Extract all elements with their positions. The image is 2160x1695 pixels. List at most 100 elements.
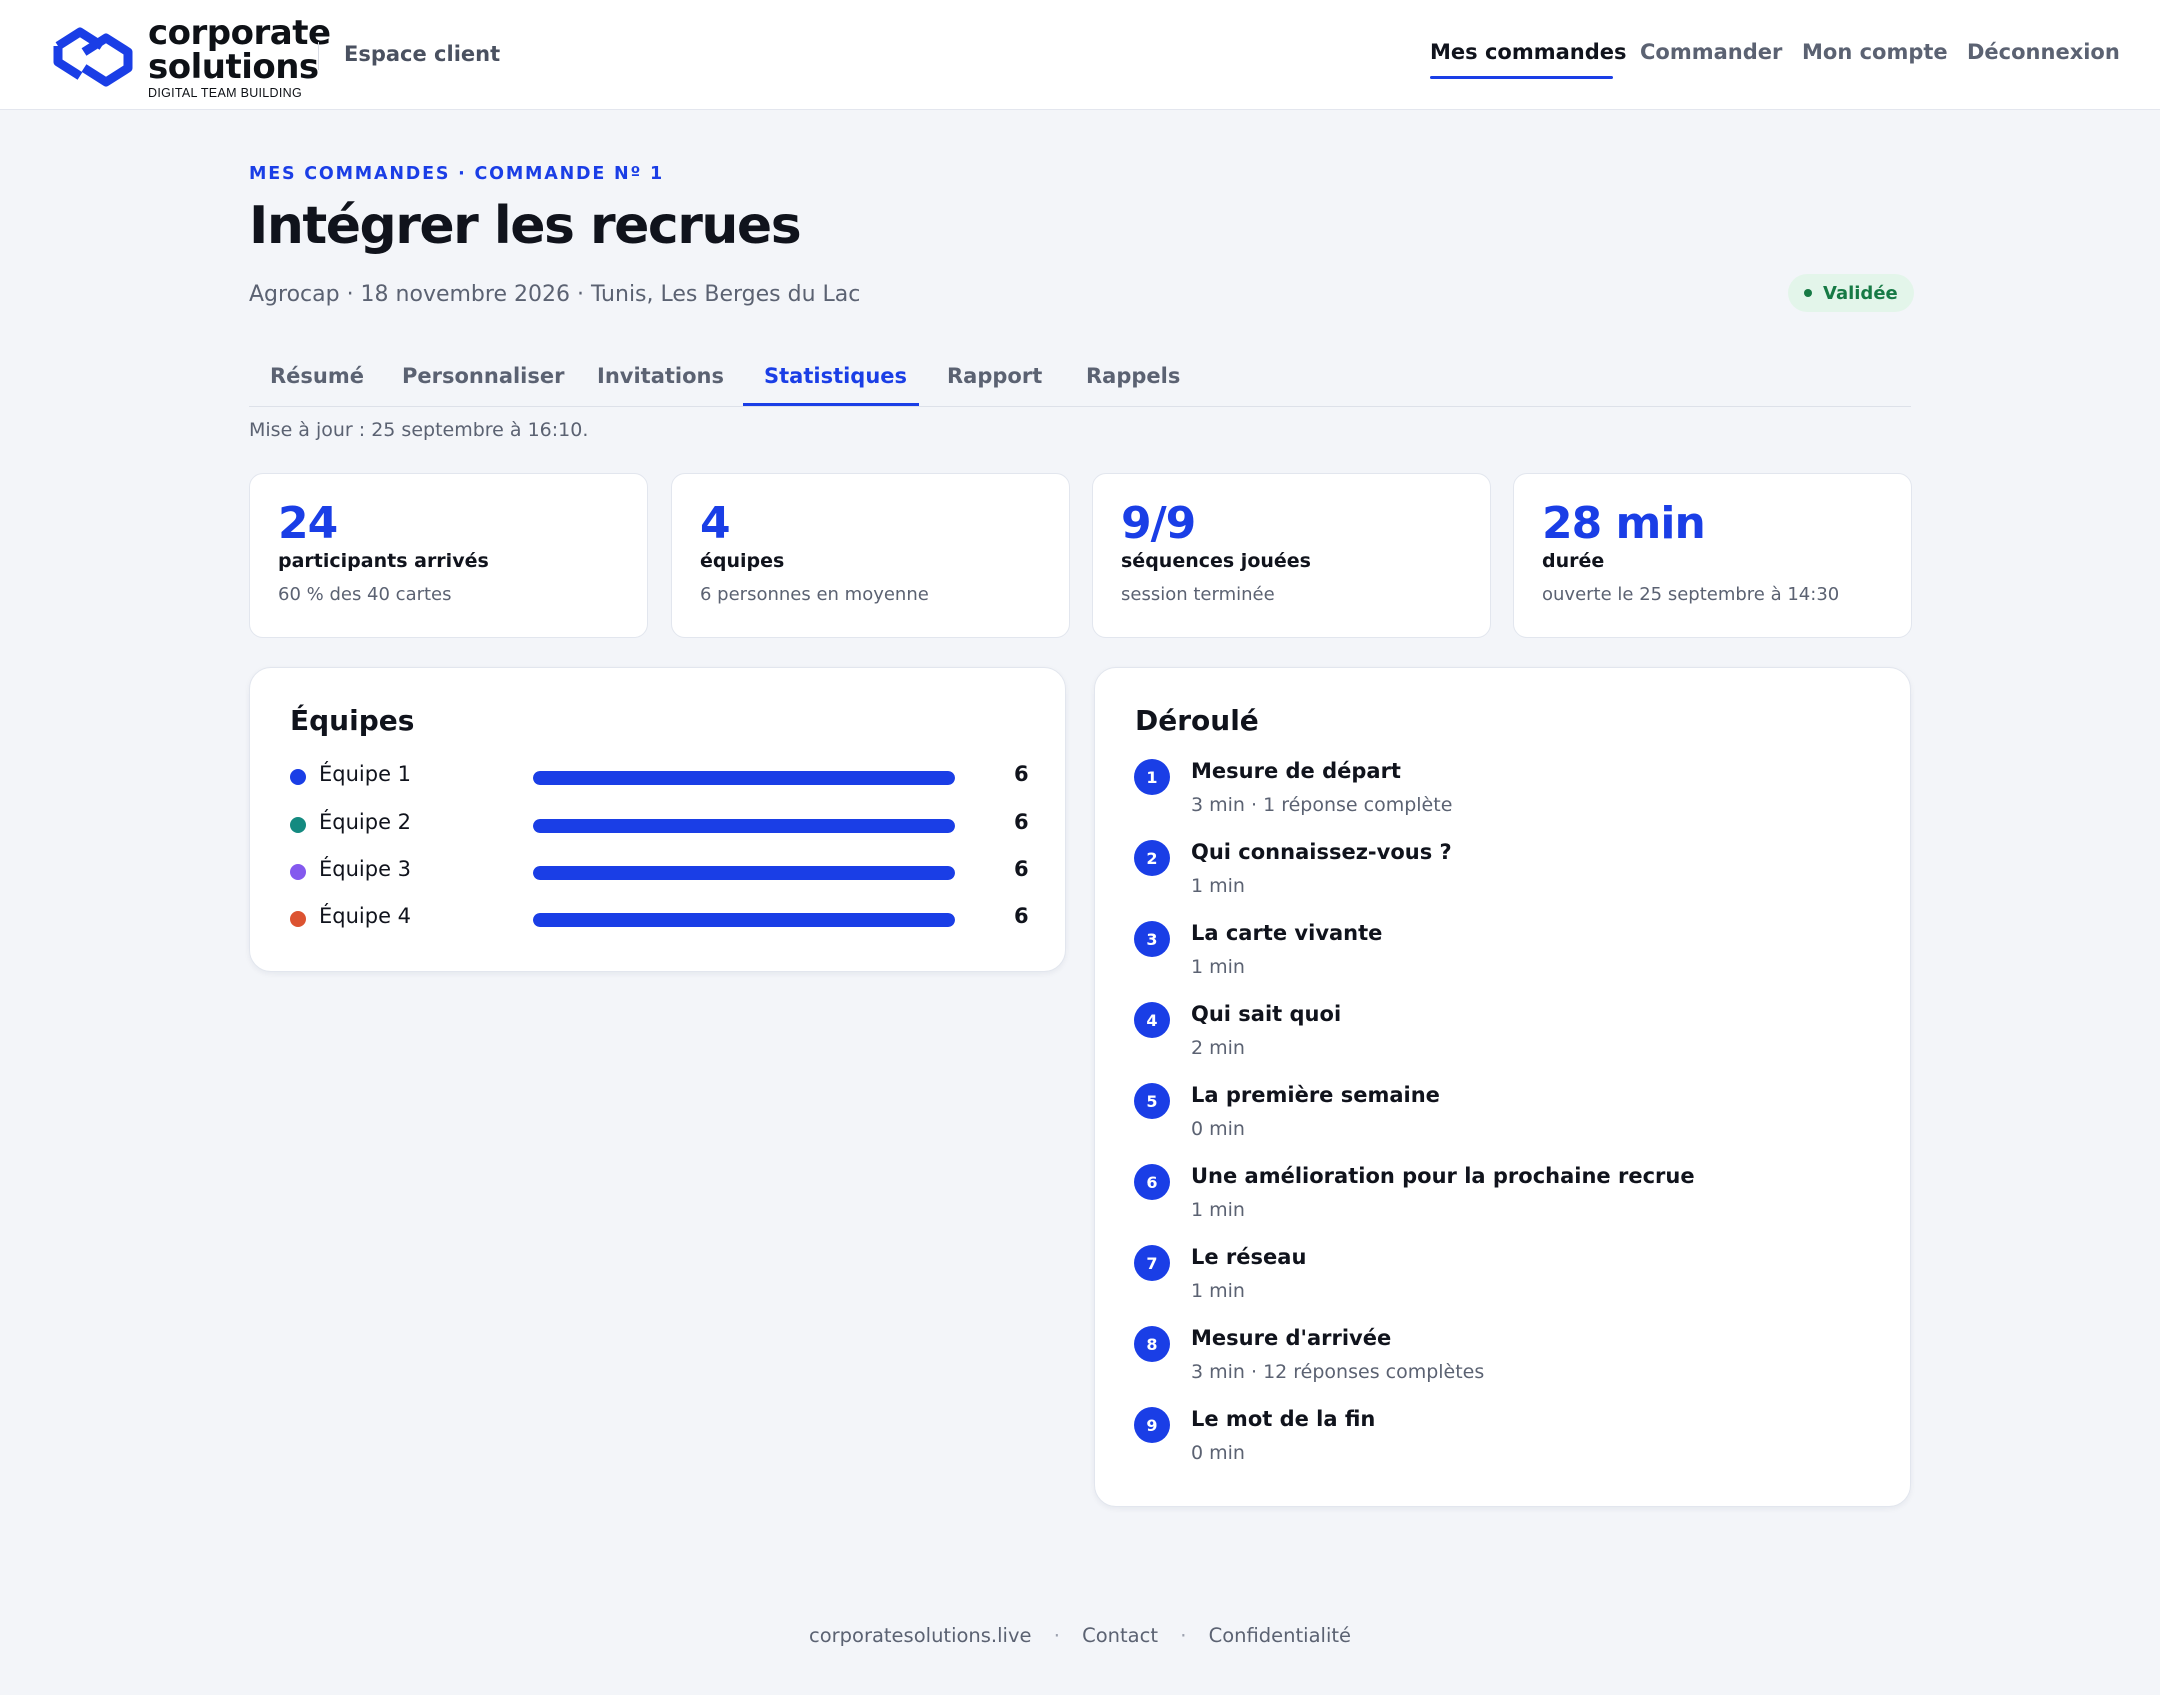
teams-title: Équipes	[290, 704, 415, 737]
deroule-panel: Déroulé 1 Mesure de départ 3 min · 1 répon…	[1094, 667, 1911, 1507]
step-meta: 3 min · 12 réponses complètes	[1191, 1361, 1485, 1383]
step-title: La carte vivante	[1191, 921, 1383, 945]
footer-link-site[interactable]: corporatesolutions.live	[809, 1624, 1032, 1647]
nav-active-indicator	[1430, 76, 1613, 79]
step-title: Mesure de départ	[1191, 759, 1401, 783]
order-subtitle: Agrocap · 18 novembre 2026 · Tunis, Les …	[249, 282, 861, 307]
step-meta: 2 min	[1191, 1037, 1245, 1059]
team-count: 6	[1014, 810, 1029, 834]
team-bar	[533, 819, 955, 833]
step-meta: 1 min	[1191, 875, 1245, 897]
step-number-badge: 8	[1134, 1326, 1170, 1362]
breadcrumb[interactable]: MES COMMANDES · COMMANDE Nº 1	[249, 164, 664, 184]
stat-value: 28 min	[1542, 498, 1706, 549]
team-bar	[533, 866, 955, 880]
tab-active-indicator	[743, 403, 919, 406]
logo-line-2: solutions	[148, 47, 319, 87]
deroule-title: Déroulé	[1135, 704, 1259, 737]
stat-card-participants: 24 participants arrivés 60 % des 40 cart…	[249, 473, 648, 638]
step-number-badge: 3	[1134, 921, 1170, 957]
deroule-step: 6 Une amélioration pour la prochaine recr…	[1134, 1164, 1894, 1234]
tab-statistiques[interactable]: Statistiques	[764, 364, 907, 388]
tab-resume[interactable]: Résumé	[270, 364, 364, 388]
team-bar-fill	[533, 819, 955, 833]
stat-label: équipes	[700, 550, 785, 572]
teams-panel: Équipes Équipe 1 6 Équipe 2 6 Équipe 3 6 Équip…	[249, 667, 1066, 972]
team-color-dot-icon	[290, 769, 306, 785]
stat-label: participants arrivés	[278, 550, 489, 572]
step-title: Le réseau	[1191, 1245, 1307, 1269]
deroule-step: 5 La première semaine 0 min	[1134, 1083, 1894, 1153]
stat-card-sequences: 9/9 séquences jouées session terminée	[1092, 473, 1491, 638]
footer-separator: ·	[1180, 1624, 1187, 1647]
tab-bar: Résumé Personnaliser Invitations Statist…	[249, 350, 1911, 407]
footer: corporatesolutions.live · Contact · Conf…	[0, 1624, 2160, 1647]
stat-label: séquences jouées	[1121, 550, 1311, 572]
nav-commander[interactable]: Commander	[1640, 40, 1782, 64]
last-updated: Mise à jour : 25 septembre à 16:10.	[249, 419, 589, 441]
step-number-badge: 2	[1134, 840, 1170, 876]
step-number-badge: 9	[1134, 1407, 1170, 1443]
deroule-step: 1 Mesure de départ 3 min · 1 réponse compl…	[1134, 759, 1894, 829]
tab-rapport[interactable]: Rapport	[947, 364, 1042, 388]
stat-card-equipes: 4 équipes 6 personnes en moyenne	[671, 473, 1070, 638]
header-divider	[318, 42, 319, 70]
footer-separator: ·	[1053, 1624, 1060, 1647]
team-name: Équipe 4	[319, 904, 412, 928]
team-name: Équipe 2	[319, 810, 412, 834]
step-number-badge: 5	[1134, 1083, 1170, 1119]
team-color-dot-icon	[290, 864, 306, 880]
team-color-dot-icon	[290, 817, 306, 833]
top-header: corporate solutions DIGITAL TEAM BUILDIN…	[0, 0, 2160, 110]
status-badge: Validée	[1788, 274, 1914, 312]
stat-card-duree: 28 min durée ouverte le 25 septembre à 1…	[1513, 473, 1912, 638]
stat-subtext: 6 personnes en moyenne	[700, 584, 929, 605]
step-meta: 0 min	[1191, 1442, 1245, 1464]
stat-subtext: session terminée	[1121, 584, 1275, 605]
deroule-step: 9 Le mot de la fin 0 min	[1134, 1407, 1894, 1477]
tab-personnaliser[interactable]: Personnaliser	[402, 364, 564, 388]
team-color-dot-icon	[290, 911, 306, 927]
step-number-badge: 7	[1134, 1245, 1170, 1281]
deroule-step: 3 La carte vivante 1 min	[1134, 921, 1894, 991]
deroule-step: 2 Qui connaissez-vous ? 1 min	[1134, 840, 1894, 910]
stat-value: 9/9	[1121, 498, 1196, 549]
nav-mon-compte[interactable]: Mon compte	[1802, 40, 1948, 64]
stat-subtext: ouverte le 25 septembre à 14:30	[1542, 584, 1840, 605]
team-bar-fill	[533, 913, 955, 927]
stat-value: 4	[700, 498, 731, 549]
team-row: Équipe 1 6	[290, 761, 1060, 791]
team-count: 6	[1014, 904, 1029, 928]
nav-deconnexion[interactable]: Déconnexion	[1967, 40, 2120, 64]
logo-icon[interactable]	[52, 26, 134, 88]
footer-link-confidentialite[interactable]: Confidentialité	[1209, 1624, 1351, 1647]
nav-mes-commandes[interactable]: Mes commandes	[1430, 40, 1627, 64]
step-title: La première semaine	[1191, 1083, 1440, 1107]
logo-wordmark[interactable]: corporate solutions DIGITAL TEAM BUILDIN…	[148, 16, 331, 100]
team-bar-fill	[533, 771, 955, 785]
step-meta: 1 min	[1191, 1199, 1245, 1221]
step-meta: 0 min	[1191, 1118, 1245, 1140]
deroule-step: 8 Mesure d'arrivée 3 min · 12 réponses com…	[1134, 1326, 1894, 1396]
step-title: Qui connaissez-vous ?	[1191, 840, 1452, 864]
step-title: Le mot de la fin	[1191, 1407, 1376, 1431]
team-bar-fill	[533, 866, 955, 880]
footer-link-contact[interactable]: Contact	[1082, 1624, 1158, 1647]
team-row: Équipe 3 6	[290, 856, 1060, 886]
step-number-badge: 6	[1134, 1164, 1170, 1200]
stat-subtext: 60 % des 40 cartes	[278, 584, 452, 605]
deroule-step: 4 Qui sait quoi 2 min	[1134, 1002, 1894, 1072]
stat-label: durée	[1542, 550, 1605, 572]
logo-line-1: corporate	[148, 13, 331, 53]
team-bar	[533, 913, 955, 927]
tab-rappels[interactable]: Rappels	[1086, 364, 1180, 388]
step-number-badge: 4	[1134, 1002, 1170, 1038]
step-meta: 1 min	[1191, 956, 1245, 978]
tab-invitations[interactable]: Invitations	[597, 364, 724, 388]
team-row: Équipe 4 6	[290, 903, 1060, 933]
step-title: Qui sait quoi	[1191, 1002, 1342, 1026]
team-bar	[533, 771, 955, 785]
team-count: 6	[1014, 857, 1029, 881]
logo-tagline: DIGITAL TEAM BUILDING	[148, 86, 303, 100]
page-title: Intégrer les recrues	[249, 196, 802, 256]
